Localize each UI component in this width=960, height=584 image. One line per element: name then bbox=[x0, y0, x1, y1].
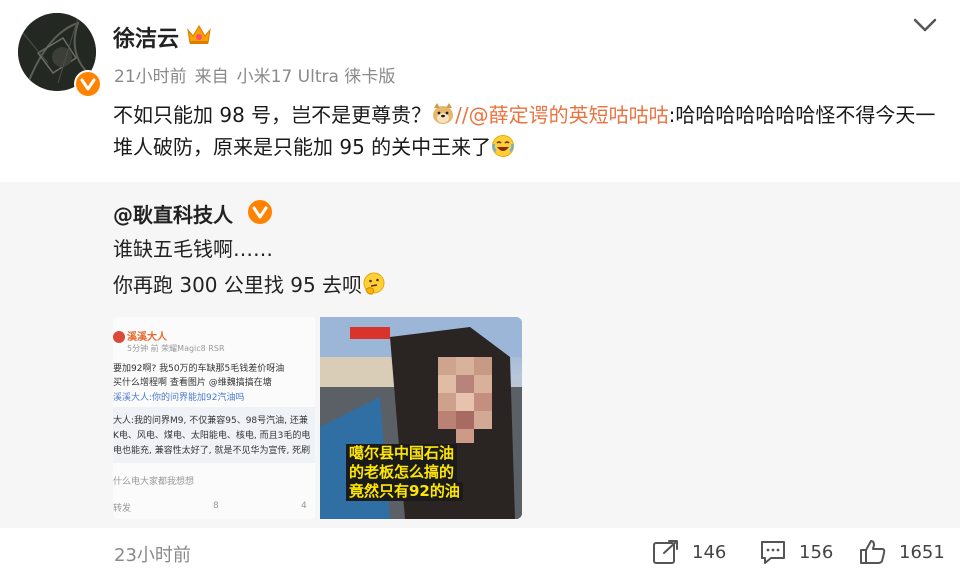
post-text-main: 不如只能加 98 号，岂不是更尊贵？ bbox=[113, 103, 432, 127]
repost-text-line2: 你再跑 300 公里找 95 去呗 bbox=[113, 270, 386, 300]
thumb1-footer-repost: 转发 bbox=[113, 504, 132, 514]
repost-icon bbox=[653, 540, 678, 564]
comment-count: 156 bbox=[799, 541, 834, 563]
thumb2-caption-line3: 竟然只有92的油 bbox=[346, 482, 463, 501]
thumb1-user: 溪溪大人 bbox=[127, 332, 167, 343]
thumb2-caption-line1: 噶尔县中国石油 bbox=[346, 444, 458, 463]
thumb1-line1: 要加92啊? 我50万的车缺那5毛钱差价呀油 bbox=[113, 361, 284, 374]
doge-emoji-icon bbox=[433, 103, 454, 124]
crown-icon bbox=[186, 22, 212, 46]
thumb1-line7: 什么电大家都我想想 bbox=[113, 477, 195, 487]
thumb1-footer-likes: 4 bbox=[301, 501, 307, 511]
repost-image-2[interactable]: 噶尔县中国石油 的老板怎么搞的 竟然只有92的油 bbox=[320, 317, 522, 519]
verified-badge-icon bbox=[248, 200, 272, 224]
thumb1-line2-link: 查看图片 bbox=[169, 378, 206, 388]
thumb1-line1-text: 要加92啊? 我50万的车缺那5毛钱差价呀 bbox=[113, 364, 276, 374]
thumb1-line3: 溪溪大人:你的问界能加92汽油吗 bbox=[113, 393, 245, 403]
thumb1-line2-text: 买什么增程啊 bbox=[113, 378, 168, 388]
comment-icon bbox=[761, 541, 785, 564]
thumb1-line2: 买什么增程啊 查看图片 @维魏搞搞在塘 bbox=[113, 375, 272, 388]
thumb1-line4: 大人:我的问界M9, 不仅兼容95、98号汽油, 还兼 bbox=[113, 416, 308, 426]
verified-badge-icon bbox=[74, 70, 102, 98]
post-text: 不如只能加 98 号，岂不是更尊贵？ //@薛定谔的英短咕咕咕:哈哈哈哈哈哈哈怪… bbox=[113, 99, 943, 163]
repost-action[interactable]: 146 bbox=[652, 538, 726, 566]
repost-slash: // bbox=[455, 103, 469, 127]
laugh-emoji-icon bbox=[492, 135, 515, 157]
comment-action[interactable]: 156 bbox=[759, 538, 833, 566]
user-name[interactable]: 徐洁云 bbox=[113, 21, 179, 53]
post-time[interactable]: 21小时前 bbox=[114, 67, 187, 87]
thumb2-caption-line2: 的老板怎么搞的 bbox=[346, 463, 458, 482]
thumb1-line1-link: 油 bbox=[275, 364, 285, 374]
chevron-down-icon[interactable] bbox=[911, 14, 939, 36]
footer-time: 23小时前 bbox=[114, 545, 191, 566]
thumb1-footer-comments: 8 bbox=[213, 501, 219, 511]
thumb1-meta: 5分钟 前 荣耀Magic8 RSR bbox=[127, 344, 225, 353]
repost-image-1[interactable]: 溪溪大人 5分钟 前 荣耀Magic8 RSR 要加92啊? 我50万的车缺那5… bbox=[113, 317, 315, 519]
like-icon bbox=[860, 540, 886, 564]
device-name[interactable]: 小米17 Ultra 徕卡版 bbox=[237, 67, 396, 87]
repost-text-line2-text: 你再跑 300 公里找 95 去呗 bbox=[113, 273, 363, 297]
like-count: 1651 bbox=[899, 541, 945, 563]
repost-text-line1: 谁缺五毛钱啊…… bbox=[113, 237, 273, 261]
thumb1-line2-mention: @维魏搞搞在塘 bbox=[208, 378, 272, 388]
like-action[interactable]: 1651 bbox=[859, 538, 945, 566]
repost-author[interactable]: @耿直科技人 bbox=[113, 199, 233, 228]
post-meta: 21小时前 来自 小米17 Ultra 徕卡版 bbox=[114, 62, 403, 87]
repost-count: 146 bbox=[692, 541, 727, 563]
mention-link[interactable]: @薛定谔的英短咕咕咕 bbox=[469, 103, 669, 127]
thinking-emoji-icon bbox=[363, 272, 385, 295]
thumb1-line6: 电也能充, 兼容性太好了, 就是不见华为宣传, 死刷 bbox=[113, 446, 311, 456]
source-prefix: 来自 bbox=[194, 67, 229, 87]
thumb1-line5: K电、风电、煤电、太阳能电、核电, 而且3毛的电 bbox=[113, 431, 311, 441]
